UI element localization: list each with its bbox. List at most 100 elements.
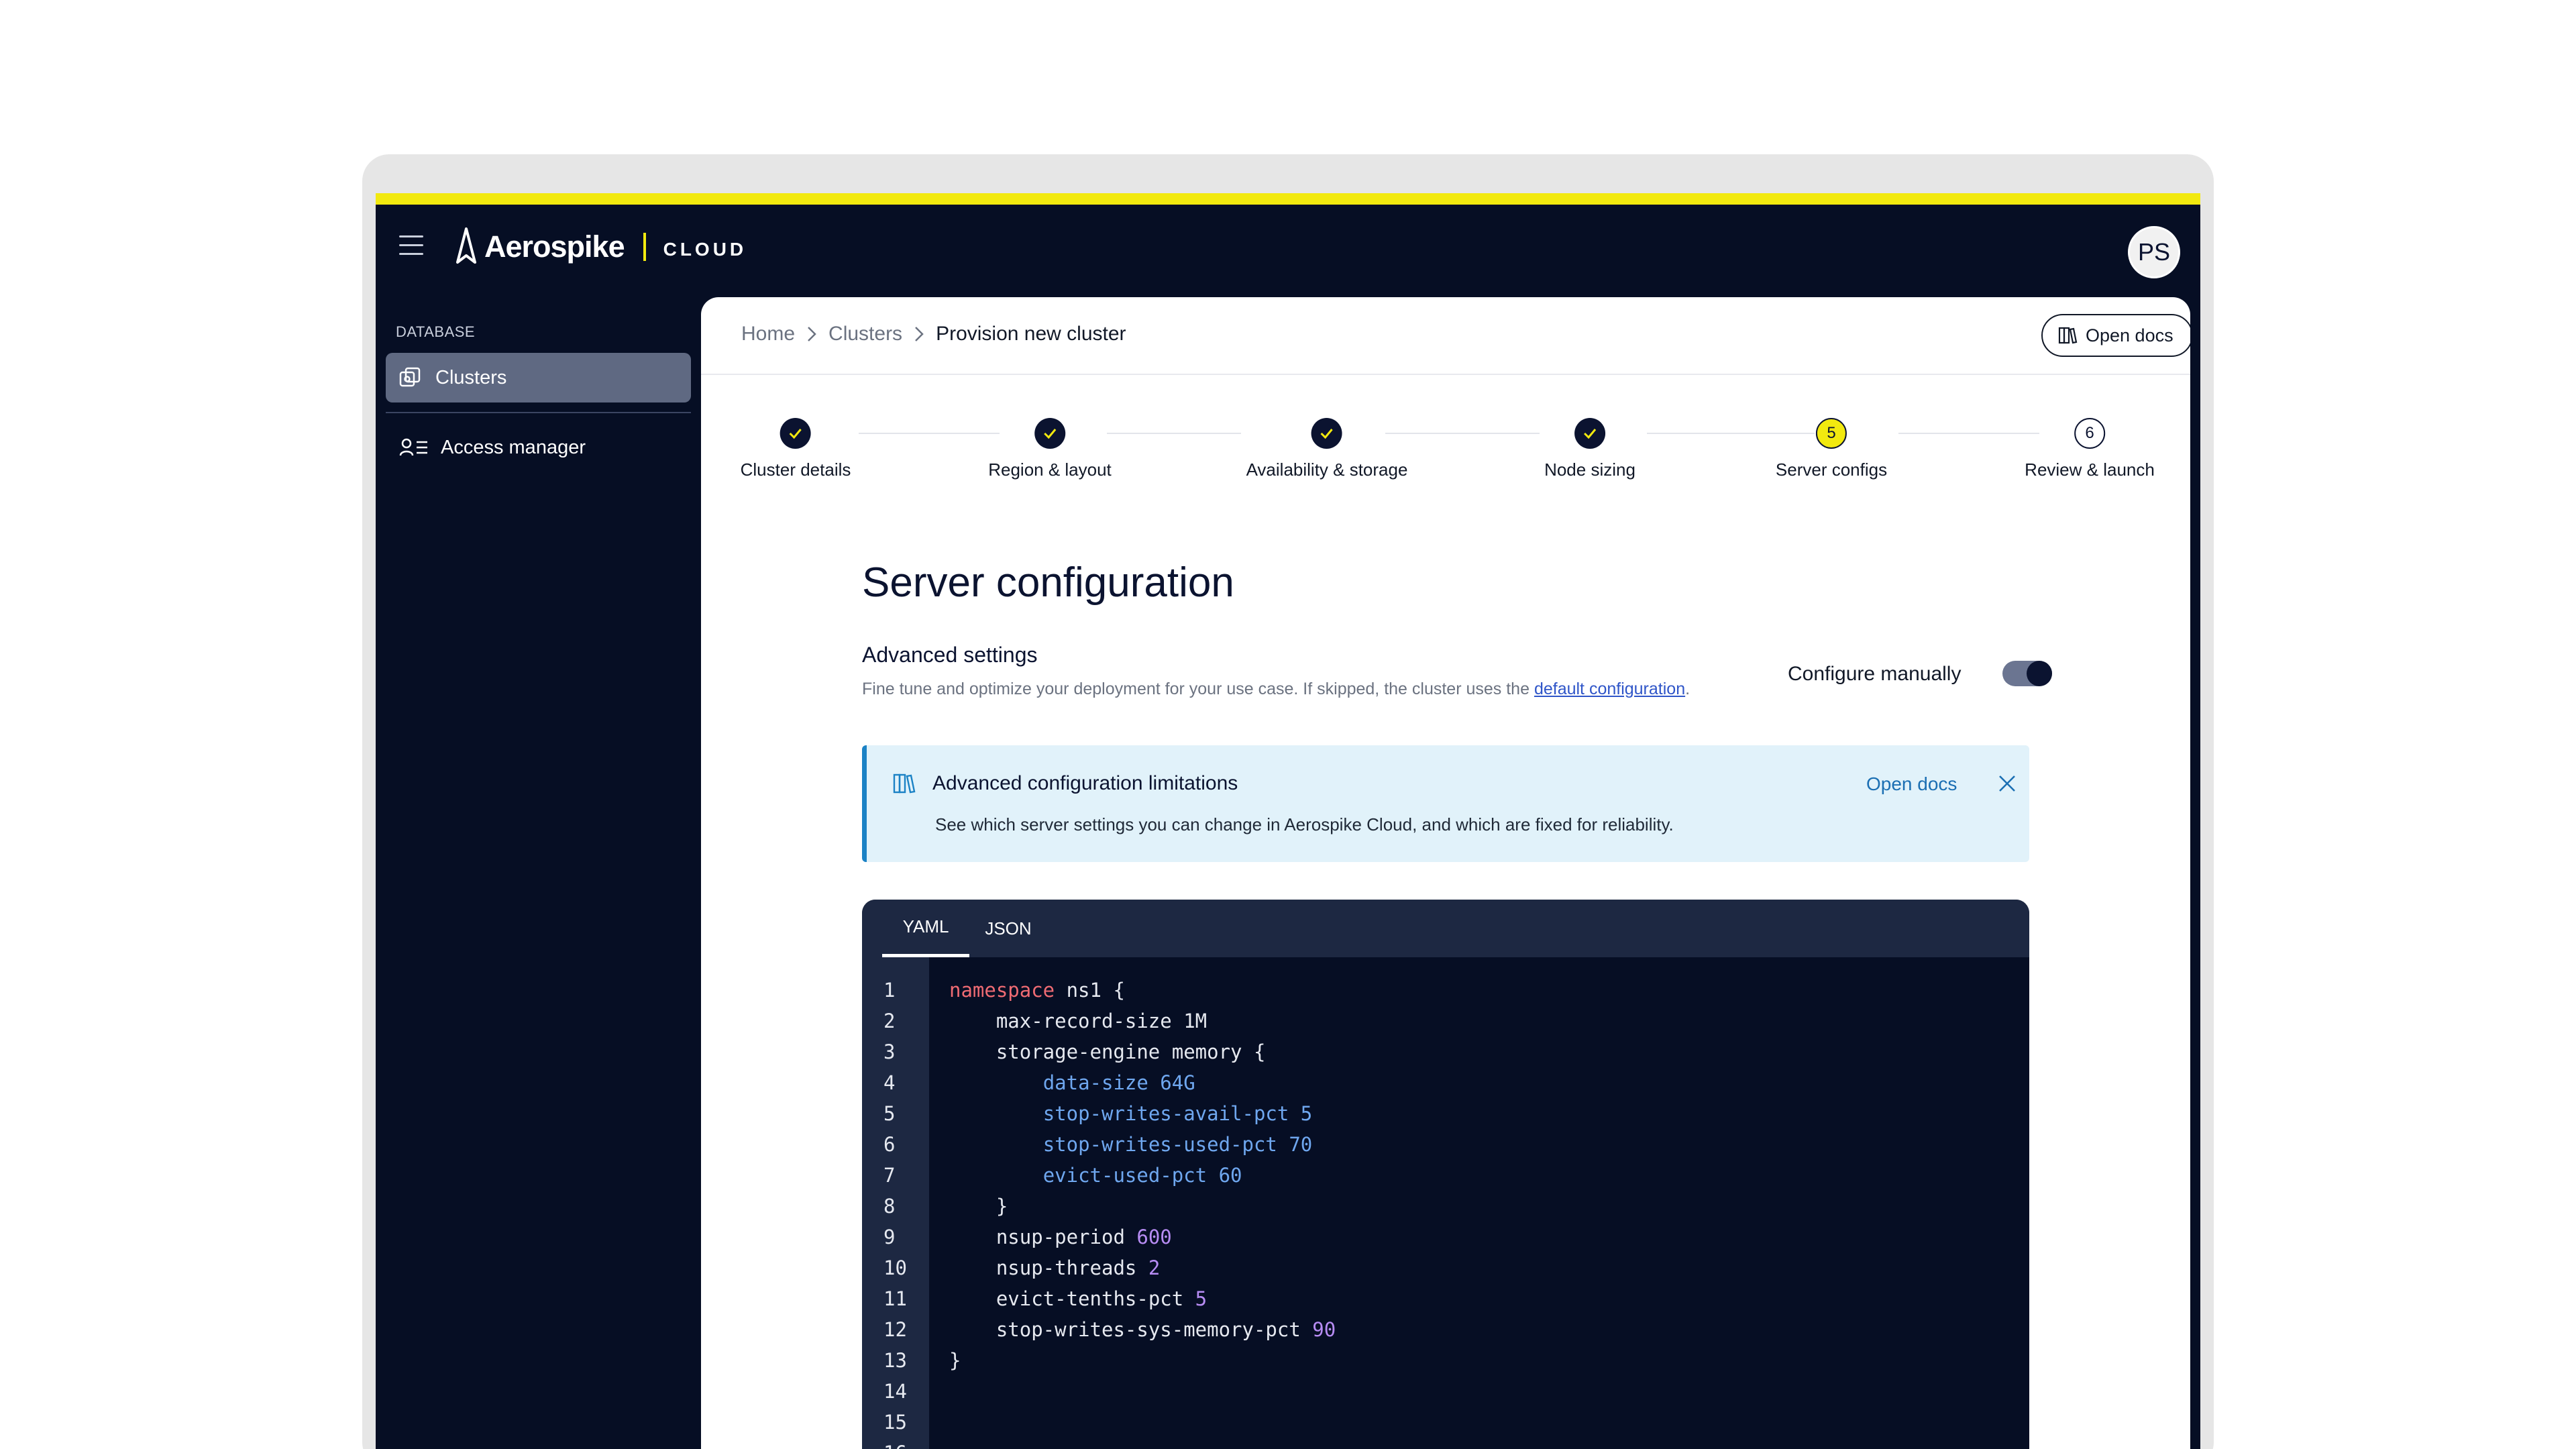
code-line: evict-used-pct 60: [949, 1164, 1242, 1187]
line-number: 6: [883, 1133, 896, 1156]
main-panel: Home Clusters Provision new cluster Open…: [701, 297, 2190, 1449]
editor-tabs: YAML JSON: [862, 900, 2029, 957]
code-editor[interactable]: YAML JSON 1 2 3 4 5 6 7 8 9 10 11 12 13 …: [862, 900, 2029, 1449]
access-manager-icon: [399, 438, 427, 456]
line-number: 1: [883, 979, 896, 1002]
line-number: 11: [883, 1287, 907, 1310]
line-number: 9: [883, 1226, 896, 1248]
code-line: data-size 64G: [949, 1071, 1195, 1094]
description-suffix: .: [1685, 680, 1690, 698]
close-icon[interactable]: [1997, 773, 2017, 794]
code-line: nsup-period 600: [949, 1226, 1172, 1248]
book-icon: [2058, 327, 2078, 344]
breadcrumb-current: Provision new cluster: [936, 323, 1126, 345]
check-icon: [780, 418, 811, 449]
product-name: CLOUD: [663, 239, 747, 260]
step-label: Node sizing: [1544, 460, 1635, 480]
clusters-icon: [399, 367, 421, 387]
code-number: 90: [1312, 1318, 1336, 1341]
step-label: Server configs: [1775, 460, 1888, 480]
code-line: evict-tenths-pct 5: [949, 1287, 1207, 1310]
check-icon: [1574, 418, 1605, 449]
step-number: 5: [1816, 418, 1847, 449]
progress-stepper: Cluster details Region & layout Availabi…: [701, 418, 2190, 498]
code-line: }: [949, 1349, 961, 1372]
breadcrumb: Home Clusters Provision new cluster: [741, 323, 1126, 345]
code-line: }: [949, 1195, 1008, 1218]
code-property: evict-used-pct 60: [1042, 1164, 1242, 1187]
code-line: namespace ns1 {: [949, 979, 1125, 1002]
configure-manually-toggle[interactable]: [2002, 661, 2052, 686]
line-number: 14: [883, 1380, 907, 1403]
line-number: 15: [883, 1411, 907, 1434]
step-cluster-details[interactable]: Cluster details: [741, 418, 851, 480]
line-number: 8: [883, 1195, 896, 1218]
brand-name: Aerospike: [484, 229, 625, 264]
code-line: nsup-threads 2: [949, 1256, 1160, 1279]
default-configuration-link[interactable]: default configuration: [1534, 680, 1685, 698]
avatar[interactable]: PS: [2128, 226, 2180, 278]
chevron-right-icon: [808, 327, 816, 341]
aerospike-logo-icon: [456, 227, 476, 264]
open-docs-button[interactable]: Open docs: [2041, 314, 2190, 357]
tab-json[interactable]: JSON: [975, 900, 1042, 957]
sidebar-item-access-manager[interactable]: Access manager: [386, 423, 691, 472]
description-text: Fine tune and optimize your deployment f…: [862, 680, 1534, 698]
open-docs-label: Open docs: [2086, 325, 2174, 345]
code-property: stop-writes-avail-pct 5: [1042, 1102, 1313, 1125]
book-icon: [893, 773, 916, 794]
step-server-configs[interactable]: 5 Server configs: [1776, 418, 1887, 480]
step-availability-storage[interactable]: Availability & storage: [1246, 418, 1408, 480]
step-review-launch[interactable]: 6 Review & launch: [2025, 418, 2155, 480]
line-number: 7: [883, 1164, 896, 1187]
sidebar-section-label: DATABASE: [396, 323, 476, 340]
check-icon: [1034, 418, 1065, 449]
line-number: 13: [883, 1349, 907, 1372]
step-label: Availability & storage: [1246, 460, 1408, 480]
code-number: 600: [1136, 1226, 1172, 1248]
page-title: Server configuration: [862, 559, 1234, 606]
breadcrumb-clusters[interactable]: Clusters: [828, 323, 902, 345]
code-property: stop-writes-used-pct 70: [1042, 1133, 1313, 1156]
advanced-settings-description: Fine tune and optimize your deployment f…: [862, 680, 1690, 699]
code-keyword: namespace: [949, 979, 1055, 1002]
brand-logo[interactable]: Aerospike CLOUD: [455, 223, 747, 270]
code-line: stop-writes-used-pct 70: [949, 1133, 1313, 1156]
line-number-gutter: [862, 957, 929, 1449]
configure-manually-label: Configure manually: [1788, 663, 1962, 685]
code-number: 5: [1195, 1287, 1208, 1310]
sidebar: DATABASE Clusters Access manager: [376, 288, 701, 1449]
code-line: stop-writes-sys-memory-pct 90: [949, 1318, 1336, 1341]
code-key: nsup-threads: [996, 1256, 1148, 1279]
info-banner: Advanced configuration limitations See w…: [862, 745, 2029, 862]
code-line: max-record-size 1M: [949, 1010, 1208, 1032]
chevron-right-icon: [915, 327, 924, 341]
banner-open-docs-link[interactable]: Open docs: [1866, 773, 1957, 795]
code-number: 2: [1148, 1256, 1161, 1279]
code-line: storage-engine memory {: [949, 1040, 1266, 1063]
check-icon: [1311, 418, 1342, 449]
step-label: Region & layout: [988, 460, 1112, 480]
top-bar: Aerospike CLOUD PS: [376, 205, 2200, 288]
advanced-settings-title: Advanced settings: [862, 643, 1038, 667]
step-node-sizing[interactable]: Node sizing: [1544, 418, 1635, 480]
code-key: evict-tenths-pct: [996, 1287, 1195, 1310]
line-number: 3: [883, 1040, 896, 1063]
line-number: 12: [883, 1318, 907, 1341]
step-connector: [1898, 433, 2039, 434]
breadcrumb-home[interactable]: Home: [741, 323, 795, 345]
banner-description: See which server settings you can change…: [935, 814, 1674, 835]
sidebar-item-clusters[interactable]: Clusters: [386, 353, 691, 402]
step-region-layout[interactable]: Region & layout: [988, 418, 1112, 480]
line-number: 10: [883, 1256, 907, 1279]
tab-yaml[interactable]: YAML: [882, 900, 969, 957]
menu-icon[interactable]: [399, 235, 423, 256]
line-number: 2: [883, 1010, 896, 1032]
step-connector: [1385, 433, 1540, 434]
sidebar-item-label: Access manager: [441, 436, 586, 458]
